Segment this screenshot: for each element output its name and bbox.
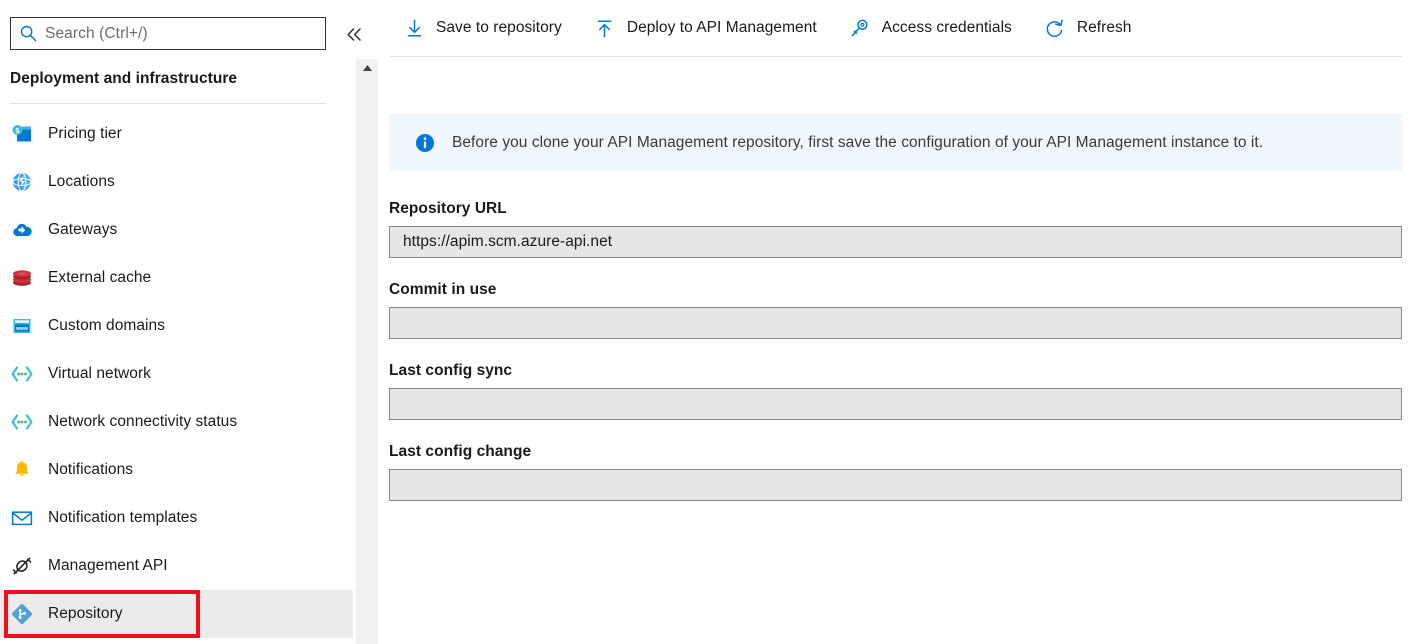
save-to-repository-button[interactable]: Save to repository xyxy=(397,8,568,48)
repository-form: Repository URL https://apim.scm.azure-ap… xyxy=(389,200,1402,524)
repository-icon xyxy=(10,602,34,626)
sidebar-item-label: Notifications xyxy=(48,461,133,479)
field-label: Commit in use xyxy=(389,281,1402,299)
sidebar-item-label: Gateways xyxy=(48,221,117,239)
field-label: Last config change xyxy=(389,443,1402,461)
commit-in-use-input[interactable] xyxy=(389,307,1402,339)
field-commit-in-use: Commit in use xyxy=(389,281,1402,339)
info-icon xyxy=(415,133,435,153)
field-label: Repository URL xyxy=(389,200,1402,218)
azure-portal-repository-page: Search (Ctrl+/) Deployment and infrastru… xyxy=(0,0,1423,644)
search-placeholder: Search (Ctrl+/) xyxy=(45,26,148,42)
management-api-icon xyxy=(10,554,34,578)
sidebar-item-label: Virtual network xyxy=(48,365,151,383)
sidebar-item-label: Custom domains xyxy=(48,317,165,335)
toolbar-button-label: Save to repository xyxy=(436,19,562,37)
field-label: Last config sync xyxy=(389,362,1402,380)
last-config-sync-input[interactable] xyxy=(389,388,1402,420)
field-last-config-sync: Last config sync xyxy=(389,362,1402,420)
sidebar-scrollbar[interactable] xyxy=(356,59,378,644)
refresh-icon xyxy=(1044,17,1066,39)
sidebar-section-title: Deployment and infrastructure xyxy=(10,70,326,88)
sidebar-item-repository[interactable]: Repository xyxy=(0,590,353,638)
external-cache-icon xyxy=(10,266,34,290)
sidebar-search-row: Search (Ctrl+/) xyxy=(0,0,379,56)
search-icon xyxy=(20,25,37,42)
scroll-up-arrow-icon[interactable] xyxy=(356,59,378,77)
locations-icon xyxy=(10,170,34,194)
sidebar-panel: Search (Ctrl+/) Deployment and infrastru… xyxy=(0,0,379,644)
sidebar-item-label: Repository xyxy=(48,605,123,623)
svg-text:$: $ xyxy=(16,128,20,135)
sidebar-item-pricing-tier[interactable]: $ Pricing tier xyxy=(0,110,353,158)
sidebar-item-label: Network connectivity status xyxy=(48,413,237,431)
pricing-tier-icon: $ xyxy=(10,122,34,146)
svg-text:www: www xyxy=(15,326,28,332)
search-input[interactable]: Search (Ctrl+/) xyxy=(10,17,326,50)
repository-url-input[interactable]: https://apim.scm.azure-api.net xyxy=(389,226,1402,258)
sidebar-item-network-connectivity-status[interactable]: Network connectivity status xyxy=(0,398,353,446)
envelope-icon xyxy=(10,506,34,530)
sidebar-item-external-cache[interactable]: External cache xyxy=(0,254,353,302)
sidebar-item-label: Notification templates xyxy=(48,509,197,527)
key-icon xyxy=(849,17,871,39)
access-credentials-button[interactable]: Access credentials xyxy=(843,8,1018,48)
last-config-change-input[interactable] xyxy=(389,469,1402,501)
upload-arrow-icon xyxy=(594,17,616,39)
toolbar-button-label: Deploy to API Management xyxy=(627,19,817,37)
gateways-icon xyxy=(10,218,34,242)
virtual-network-icon xyxy=(10,362,34,386)
custom-domains-icon: www xyxy=(10,314,34,338)
refresh-button[interactable]: Refresh xyxy=(1038,8,1138,48)
download-arrow-icon xyxy=(403,17,425,39)
main-content: Save to repository Deploy to API Managem… xyxy=(379,0,1423,644)
field-last-config-change: Last config change xyxy=(389,443,1402,501)
info-banner-text: Before you clone your API Management rep… xyxy=(452,134,1263,152)
sidebar-item-gateways[interactable]: Gateways xyxy=(0,206,353,254)
command-toolbar: Save to repository Deploy to API Managem… xyxy=(379,0,1157,56)
toolbar-button-label: Refresh xyxy=(1077,19,1132,37)
toolbar-divider xyxy=(389,56,1402,57)
sidebar-section-divider xyxy=(10,103,326,104)
sidebar-item-label: Management API xyxy=(48,557,168,575)
toolbar-button-label: Access credentials xyxy=(882,19,1012,37)
sidebar-nav-list: $ Pricing tier Locations xyxy=(0,110,353,638)
bell-icon xyxy=(10,458,34,482)
sidebar-item-custom-domains[interactable]: www Custom domains xyxy=(0,302,353,350)
sidebar-item-virtual-network[interactable]: Virtual network xyxy=(0,350,353,398)
deploy-to-api-management-button[interactable]: Deploy to API Management xyxy=(588,8,823,48)
field-repository-url: Repository URL https://apim.scm.azure-ap… xyxy=(389,200,1402,258)
network-connectivity-icon xyxy=(10,410,34,434)
sidebar-item-notification-templates[interactable]: Notification templates xyxy=(0,494,353,542)
info-banner: Before you clone your API Management rep… xyxy=(389,114,1402,171)
sidebar-item-notifications[interactable]: Notifications xyxy=(0,446,353,494)
chevron-double-left-icon[interactable] xyxy=(341,22,367,46)
sidebar-item-locations[interactable]: Locations xyxy=(0,158,353,206)
sidebar-item-label: Pricing tier xyxy=(48,125,122,143)
sidebar-item-management-api[interactable]: Management API xyxy=(0,542,353,590)
sidebar-item-label: Locations xyxy=(48,173,115,191)
sidebar-item-label: External cache xyxy=(48,269,151,287)
